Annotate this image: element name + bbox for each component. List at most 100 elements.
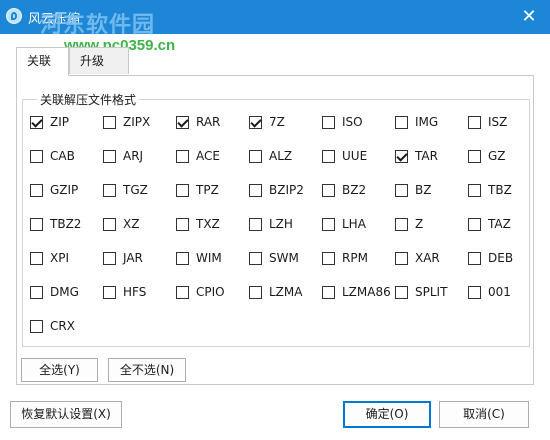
checkbox-box[interactable] <box>176 149 189 163</box>
checkbox-box[interactable] <box>322 115 335 129</box>
checkbox-box[interactable] <box>103 217 116 231</box>
checkbox-box[interactable] <box>395 285 408 299</box>
format-checkbox-z[interactable]: Z <box>395 216 423 232</box>
format-checkbox-tar[interactable]: TAR <box>395 148 438 164</box>
select-all-button[interactable]: 全选(Y) <box>21 358 98 382</box>
format-checkbox-taz[interactable]: TAZ <box>468 216 511 232</box>
format-checkbox-isz[interactable]: ISZ <box>468 114 507 130</box>
format-checkbox-zip[interactable]: ZIP <box>30 114 69 130</box>
checkbox-box[interactable] <box>103 115 116 129</box>
format-checkbox-swm[interactable]: SWM <box>249 250 299 266</box>
format-checkbox-alz[interactable]: ALZ <box>249 148 292 164</box>
checkbox-box[interactable] <box>30 217 43 231</box>
format-checkbox-bzip2[interactable]: BZIP2 <box>249 182 304 198</box>
format-checkbox-rar[interactable]: RAR <box>176 114 220 130</box>
checkbox-box[interactable] <box>176 115 189 129</box>
checkbox-box[interactable] <box>30 285 43 299</box>
format-label: 7Z <box>269 115 285 129</box>
checkbox-box[interactable] <box>176 285 189 299</box>
format-checkbox-lzma86[interactable]: LZMA86 <box>322 284 391 300</box>
format-checkbox-tbz2[interactable]: TBZ2 <box>30 216 81 232</box>
format-checkbox-gzip[interactable]: GZIP <box>30 182 78 198</box>
format-checkbox-tgz[interactable]: TGZ <box>103 182 148 198</box>
checkbox-box[interactable] <box>395 217 408 231</box>
checkbox-box[interactable] <box>322 251 335 265</box>
format-checkbox-arj[interactable]: ARJ <box>103 148 143 164</box>
format-checkbox-deb[interactable]: DEB <box>468 250 513 266</box>
checkbox-box[interactable] <box>322 285 335 299</box>
checkbox-box[interactable] <box>176 217 189 231</box>
format-label: XAR <box>415 251 440 265</box>
format-checkbox-tbz[interactable]: TBZ <box>468 182 512 198</box>
format-checkbox-tpz[interactable]: TPZ <box>176 182 219 198</box>
tab-association[interactable]: 关联 <box>16 47 69 76</box>
checkbox-box[interactable] <box>30 183 43 197</box>
format-checkbox-bz2[interactable]: BZ2 <box>322 182 366 198</box>
checkbox-box[interactable] <box>30 149 43 163</box>
checkbox-box[interactable] <box>249 251 262 265</box>
restore-default-button[interactable]: 恢复默认设置(X) <box>10 401 122 428</box>
format-checkbox-hfs[interactable]: HFS <box>103 284 146 300</box>
title-bar[interactable]: 风云压缩 ✕ <box>0 0 550 34</box>
format-checkbox-img[interactable]: IMG <box>395 114 438 130</box>
checkbox-box[interactable] <box>103 251 116 265</box>
format-checkbox-jar[interactable]: JAR <box>103 250 143 266</box>
format-checkbox-dmg[interactable]: DMG <box>30 284 79 300</box>
checkbox-box[interactable] <box>468 183 481 197</box>
format-checkbox-lzh[interactable]: LZH <box>249 216 293 232</box>
checkbox-box[interactable] <box>322 183 335 197</box>
format-label: GZ <box>488 149 506 163</box>
checkbox-box[interactable] <box>395 149 408 163</box>
format-checkbox-7z[interactable]: 7Z <box>249 114 285 130</box>
checkbox-box[interactable] <box>468 149 481 163</box>
format-checkbox-uue[interactable]: UUE <box>322 148 367 164</box>
checkbox-box[interactable] <box>103 149 116 163</box>
select-none-button[interactable]: 全不选(N) <box>108 358 186 382</box>
checkbox-box[interactable] <box>249 149 262 163</box>
tab-upgrade[interactable]: 升级 <box>69 47 129 74</box>
format-checkbox-gz[interactable]: GZ <box>468 148 506 164</box>
checkbox-box[interactable] <box>176 251 189 265</box>
format-checkbox-crx[interactable]: CRX <box>30 318 75 334</box>
format-checkbox-lzma[interactable]: LZMA <box>249 284 302 300</box>
checkbox-box[interactable] <box>395 251 408 265</box>
format-checkbox-wim[interactable]: WIM <box>176 250 222 266</box>
format-label: TPZ <box>196 183 219 197</box>
checkbox-box[interactable] <box>249 217 262 231</box>
checkbox-box[interactable] <box>103 285 116 299</box>
checkbox-box[interactable] <box>30 319 43 333</box>
checkbox-box[interactable] <box>395 183 408 197</box>
checkbox-box[interactable] <box>176 183 189 197</box>
cancel-button[interactable]: 取消(C) <box>439 401 529 428</box>
format-checkbox-rpm[interactable]: RPM <box>322 250 368 266</box>
format-checkbox-001[interactable]: 001 <box>468 284 511 300</box>
format-checkbox-split[interactable]: SPLIT <box>395 284 447 300</box>
ok-button[interactable]: 确定(O) <box>343 401 431 428</box>
format-checkbox-cpio[interactable]: CPIO <box>176 284 225 300</box>
checkbox-box[interactable] <box>30 115 43 129</box>
format-checkbox-cab[interactable]: CAB <box>30 148 75 164</box>
format-checkbox-zipx[interactable]: ZIPX <box>103 114 150 130</box>
checkbox-box[interactable] <box>468 115 481 129</box>
checkbox-box[interactable] <box>249 115 262 129</box>
checkbox-box[interactable] <box>322 217 335 231</box>
checkbox-box[interactable] <box>30 251 43 265</box>
format-checkbox-xpi[interactable]: XPI <box>30 250 69 266</box>
checkbox-box[interactable] <box>468 285 481 299</box>
format-checkbox-iso[interactable]: ISO <box>322 114 363 130</box>
checkbox-box[interactable] <box>249 285 262 299</box>
checkbox-box[interactable] <box>395 115 408 129</box>
format-checkbox-ace[interactable]: ACE <box>176 148 220 164</box>
format-checkbox-xz[interactable]: XZ <box>103 216 139 232</box>
format-checkbox-bz[interactable]: BZ <box>395 182 431 198</box>
close-button[interactable]: ✕ <box>516 4 542 30</box>
format-label: TGZ <box>123 183 148 197</box>
checkbox-box[interactable] <box>468 217 481 231</box>
format-checkbox-lha[interactable]: LHA <box>322 216 366 232</box>
checkbox-box[interactable] <box>322 149 335 163</box>
checkbox-box[interactable] <box>468 251 481 265</box>
checkbox-box[interactable] <box>103 183 116 197</box>
format-checkbox-xar[interactable]: XAR <box>395 250 440 266</box>
format-checkbox-txz[interactable]: TXZ <box>176 216 220 232</box>
checkbox-box[interactable] <box>249 183 262 197</box>
